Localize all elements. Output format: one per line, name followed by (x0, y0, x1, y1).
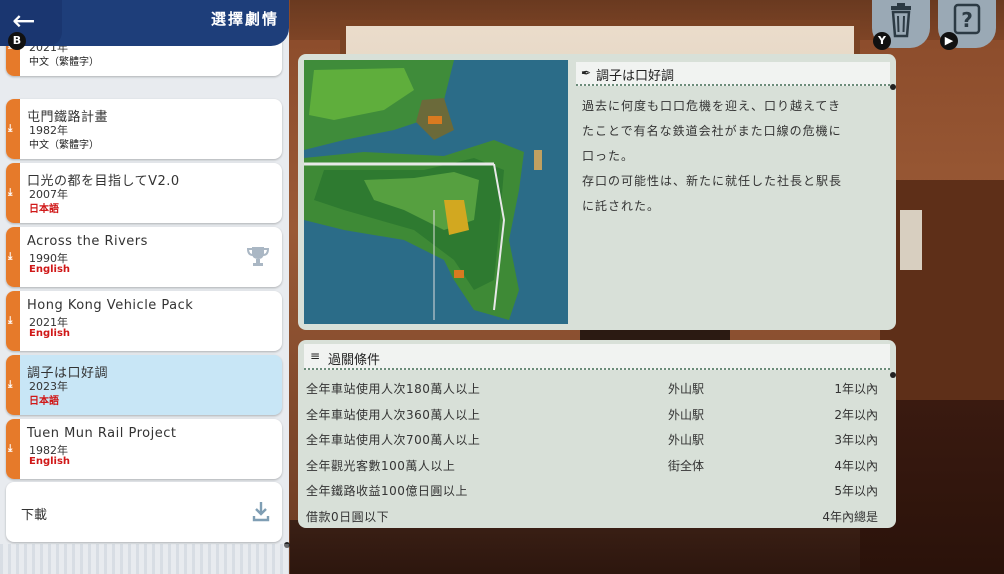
condition-deadline: 2年以內 (834, 407, 878, 422)
scenario-language: 日本語 (29, 204, 59, 215)
condition-deadline: 3年以內 (834, 433, 878, 447)
scenario-card[interactable]: ⤓ Across the Rivers 1990年 English (6, 227, 282, 287)
scenario-name: Hong Kong Vehicle Pack (27, 298, 194, 313)
background-book (900, 210, 922, 270)
svg-text:?: ? (961, 8, 973, 32)
scenario-title-bar: ✒ 調子は口好調 (576, 62, 890, 86)
condition-target: 外山駅 (668, 407, 705, 422)
condition-row: 全年車站使用人次180萬人以上 外山駅 1年以內 (304, 376, 890, 400)
list-end-marker (284, 542, 290, 548)
downloaded-icon: ⤓ (8, 123, 13, 134)
scenario-description: 過去に何度も口口危機を迎え、口り越えてき たことで有名な鉄道会社がまた口線の危機に… (582, 94, 882, 219)
scenario-card[interactable]: ⤓ 調子は口好調 2023年 日本語 (6, 355, 282, 415)
scenario-card[interactable]: ⤓ Hong Kong Vehicle Pack 2021年 English (6, 291, 282, 351)
scenario-detail-panel: ✒ 調子は口好調 過去に何度も口口危機を迎え、口り越えてき たことで有名な鉄道会社… (298, 54, 896, 330)
condition-text: 全年車站使用人次360萬人以上 (306, 407, 481, 422)
downloaded-icon: ⤓ (8, 251, 13, 262)
scenario-title: 調子は口好調 (596, 69, 675, 84)
download-label: 下載 (21, 508, 48, 523)
title-bar: ← 選擇劇情 (0, 0, 289, 46)
scenario-card[interactable]: ⤓ 屯門鐵路計畫 1982年 中文（繁體字） (6, 99, 282, 159)
condition-text: 全年觀光客數100萬人以上 (306, 458, 456, 473)
description-line: 過去に何度も口口危機を迎え、口り越えてき (582, 99, 842, 113)
scenario-name: Across the Rivers (27, 234, 148, 249)
condition-row: 全年觀光客數100萬人以上 街全体 4年以內 (304, 453, 890, 477)
background-bookshelf (880, 180, 1004, 430)
condition-target: 外山駅 (668, 382, 705, 396)
trophy-icon (246, 247, 270, 266)
condition-row: 全年車站使用人次360萬人以上 外山駅 2年以內 (304, 402, 890, 426)
downloaded-icon: ⤓ (8, 187, 13, 198)
panel-marker (890, 372, 896, 378)
downloaded-icon: ⤓ (8, 443, 13, 454)
scenario-map (304, 60, 568, 324)
condition-target: 外山駅 (668, 433, 705, 447)
b-button-hint-icon: B (8, 32, 26, 50)
conditions-title: 過關條件 (328, 353, 381, 368)
downloaded-icon: ⤓ (8, 379, 13, 390)
quill-icon: ✒ (581, 66, 592, 80)
scenario-language: English (29, 328, 71, 339)
scenario-card[interactable]: ⤓ 口光の都を目指してV2.0 2007年 日本語 (6, 163, 282, 223)
description-line: に託された。 (582, 199, 661, 213)
y-button-hint-icon: Y (873, 32, 891, 50)
scenario-name: Tuen Mun Rail Project (27, 426, 177, 441)
downloaded-icon: ⤓ (8, 315, 13, 326)
condition-row: 全年鐵路收益100億日圓以上 5年以內 (304, 478, 890, 502)
condition-row: 借款0日圓以下 4年內總是 (304, 504, 890, 528)
scenario-card[interactable]: ⤓ Tuen Mun Rail Project 1982年 English (6, 419, 282, 479)
condition-target: 街全体 (668, 458, 705, 473)
description-line: 口った。 (582, 149, 635, 163)
scenario-language: English (29, 264, 71, 275)
condition-deadline: 1年以內 (834, 382, 878, 396)
start-button-hint-icon: ▶ (940, 32, 958, 50)
scenario-language: 中文（繁體字） (29, 57, 99, 68)
scenario-list-panel: ← 選擇劇情 B ⤓香港鐵路塗裝合集2021年中文（繁體字）⤓屯門鐵路計畫198… (0, 0, 290, 574)
description-line: 存口の可能性は、新たに就任した社長と駅長 (582, 174, 843, 188)
download-button[interactable]: 下載 (6, 482, 282, 542)
conditions-list-icon: ≡ (310, 349, 321, 363)
description-line: たことで有名な鉄道会社がまた口線の危機に (582, 124, 842, 138)
scenario-language: English (29, 456, 71, 467)
condition-text: 全年鐵路收益100億日圓以上 (306, 484, 468, 498)
page-title: 選擇劇情 (210, 10, 279, 28)
clear-conditions-panel: ≡ 過關條件 全年車站使用人次180萬人以上 外山駅 1年以內 全年車站使用人次360… (298, 340, 896, 528)
condition-text: 全年車站使用人次180萬人以上 (306, 382, 481, 396)
scenario-language: 日本語 (29, 396, 59, 407)
condition-text: 借款0日圓以下 (306, 509, 390, 524)
condition-deadline: 4年內總是 (822, 509, 878, 524)
panel-marker (890, 84, 896, 90)
condition-deadline: 5年以內 (834, 484, 878, 498)
scenario-language: 中文（繁體字） (29, 140, 99, 151)
download-icon (252, 502, 270, 522)
condition-row: 全年車站使用人次700萬人以上 外山駅 3年以內 (304, 427, 890, 451)
condition-text: 全年車站使用人次700萬人以上 (306, 433, 481, 447)
condition-deadline: 4年以內 (834, 458, 878, 473)
conditions-title-bar: ≡ 過關條件 (304, 344, 890, 370)
map-image (304, 60, 568, 324)
